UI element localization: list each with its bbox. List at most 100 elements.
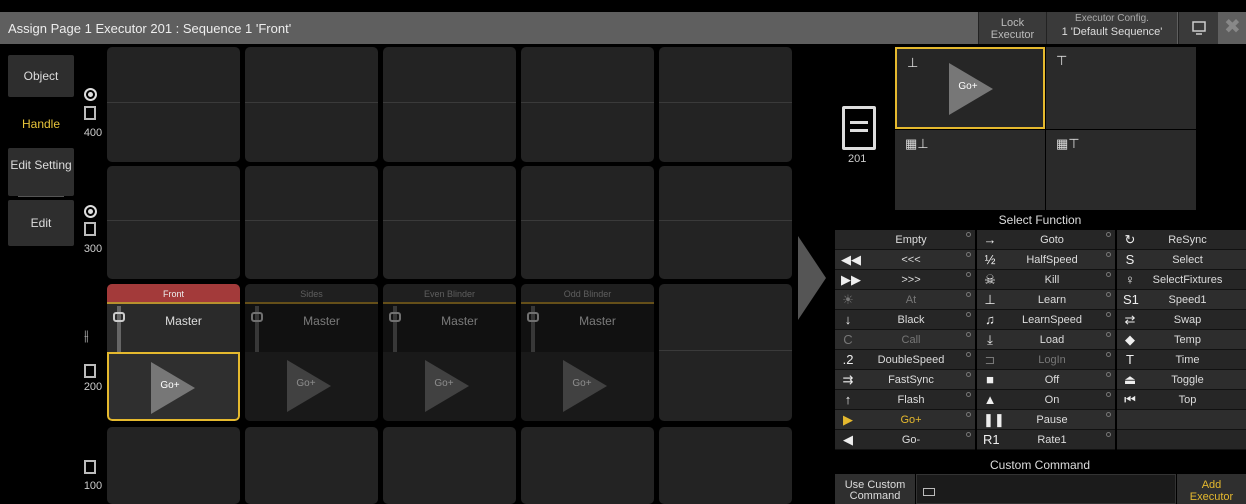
executor-cell[interactable] [521,427,654,504]
close-icon[interactable]: ✖ [1224,14,1241,39]
function-doublespeed[interactable]: .2 DoubleSpeed [835,350,975,370]
executor-cell[interactable] [245,47,378,162]
function-black[interactable]: ↓ Black [835,310,975,330]
function-icon: T [1126,352,1134,367]
custom-command-input[interactable] [916,474,1176,504]
executor-cell[interactable] [383,427,516,504]
function-top[interactable]: ⏮ Top [1117,390,1246,410]
executor-cell[interactable] [659,47,792,162]
function--[interactable]: ◀◀ <<< [835,250,975,270]
function-on[interactable]: ▲ On [977,390,1115,410]
tab-object[interactable]: Object [8,55,74,97]
function-pause[interactable]: ❚❚ Pause [977,410,1115,430]
function-speed1[interactable]: S1 Speed1 [1117,290,1246,310]
executor-cell[interactable] [107,166,240,279]
executor-name: Sides [245,284,378,302]
executor-odd-blinder[interactable]: Odd Blinder Master Go+ [521,284,654,421]
function-selectfixtures[interactable]: ♀ SelectFixtures [1117,270,1246,290]
function-load[interactable]: ⤓ Load [977,330,1115,350]
function-icon: ↑ [844,392,852,407]
function-rate1[interactable]: R1 Rate1 [977,430,1115,450]
fader-knob[interactable] [389,312,401,322]
fader-knob[interactable] [527,312,539,322]
function-label: Speed1 [1168,294,1207,306]
preview-button-4[interactable]: ▦⊤ [1046,130,1196,210]
function-resync[interactable]: ↻ ReSync [1117,230,1246,250]
executor-even-blinder[interactable]: Even Blinder Master Go+ [383,284,516,421]
function-learnspeed[interactable]: ♫ LearnSpeed [977,310,1115,330]
executor-config-button[interactable]: Executor Config. 1 'Default Sequence' [1046,12,1177,44]
function-label: On [1044,394,1060,406]
go-button[interactable]: Go+ [383,352,516,421]
faders-icon: ⫲ [84,327,89,343]
function-halfspeed[interactable]: ½ HalfSpeed [977,250,1115,270]
fader-knob[interactable] [251,312,263,322]
executor-cell[interactable] [107,427,240,504]
function-kill[interactable]: ☠ Kill [977,270,1115,290]
function-label: Top [1178,394,1197,406]
status-dot [966,352,971,357]
monitor-button[interactable] [1178,12,1218,44]
function-time[interactable]: T Time [1117,350,1246,370]
function-at[interactable]: ☀ At [835,290,975,310]
executor-cell[interactable] [659,284,792,421]
tab-handle[interactable]: Handle [8,104,74,144]
function-learn[interactable]: ⊥ Learn [977,290,1115,310]
function-label: At [905,294,917,306]
page-icon [84,460,96,474]
function-goto[interactable]: → Goto [977,230,1115,250]
function-icon: ♀ [1125,272,1135,287]
divider [18,196,64,197]
function-temp[interactable]: ◆ Temp [1117,330,1246,350]
executor-cell[interactable] [383,166,516,279]
function-icon: ⇄ [1124,312,1136,327]
preview-button-go[interactable]: ⊥ Go+ [895,47,1045,129]
function-off[interactable]: ■ Off [977,370,1115,390]
executor-cell[interactable] [521,47,654,162]
executor-config-label: Executor Config. [1075,13,1149,24]
executor-cell[interactable] [107,47,240,162]
executor-cell[interactable] [245,166,378,279]
function-empty[interactable]: Empty [835,230,975,250]
function-swap[interactable]: ⇄ Swap [1117,310,1246,330]
function-toggle[interactable]: ⏏ Toggle [1117,370,1246,390]
status-dot [966,272,971,277]
lock-executor-button[interactable]: Lock Executor [978,12,1046,44]
go-button[interactable]: Go+ [521,352,654,421]
executor-cell[interactable] [245,427,378,504]
function--[interactable]: ▶▶ >>> [835,270,975,290]
executor-cell[interactable] [521,166,654,279]
preview-button-3[interactable]: ▦⊥ [895,130,1045,210]
function-select[interactable]: S Select [1117,250,1246,270]
function-go-[interactable]: ▶ Go+ [835,410,975,430]
page-icon [84,106,96,120]
executor-cell[interactable] [383,47,516,162]
executor-front[interactable]: Front Master Go+ [107,284,240,421]
executor-cell[interactable] [659,427,792,504]
use-custom-command-button[interactable]: Use Custom Command [835,474,915,504]
function-fastsync[interactable]: ⇉ FastSync [835,370,975,390]
tab-edit[interactable]: Edit [8,200,74,246]
executor-cell[interactable] [659,166,792,279]
function-call[interactable]: C Call [835,330,975,350]
key-icon: ▦⊤ [1056,136,1080,151]
keyboard-icon[interactable] [923,488,935,496]
function-login[interactable]: ⊐ LogIn [977,350,1115,370]
fader-knob[interactable] [113,312,125,322]
function-icon: R1 [983,432,1000,447]
go-button[interactable]: Go+ [107,352,240,421]
status-dot [966,252,971,257]
add-executor-button[interactable]: Add Executor [1177,474,1246,504]
function-icon: C [843,332,853,347]
page-label-200: 200 [83,381,103,393]
preview-button-2[interactable]: ⊤ [1046,47,1196,129]
go-button[interactable]: Go+ [245,352,378,421]
radio-icon[interactable] [84,205,97,218]
function-flash[interactable]: ↑ Flash [835,390,975,410]
radio-icon[interactable] [84,88,97,101]
tab-edit-setting[interactable]: Edit Setting [8,148,74,196]
function-icon: ▶ [843,412,853,427]
function-go-[interactable]: ◀ Go- [835,430,975,450]
executor-sides[interactable]: Sides Master Go+ [245,284,378,421]
status-dot [966,392,971,397]
